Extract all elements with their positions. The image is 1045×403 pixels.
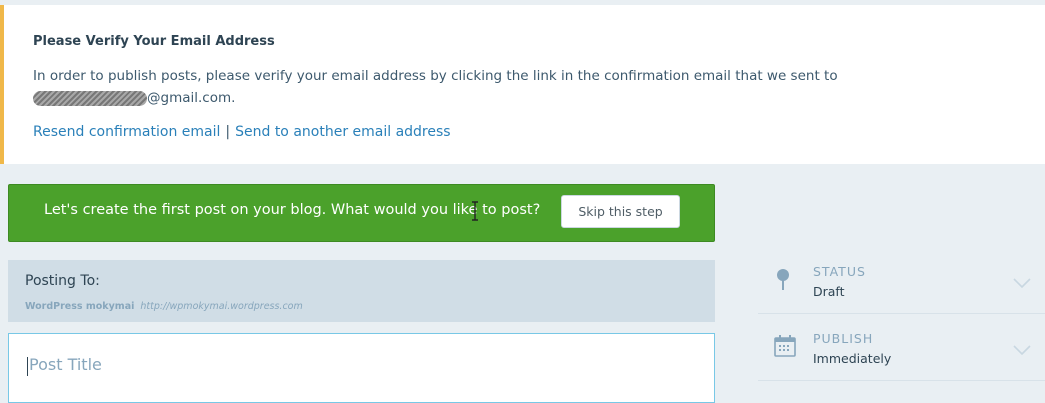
first-post-banner: Let's create the first post on your blog… [8,184,715,242]
post-title-input[interactable] [27,348,691,380]
resend-confirmation-link[interactable]: Resend confirmation email [33,124,220,140]
publish-section[interactable]: PUBLISH Immediately [758,315,1045,381]
site-name: WordPress mokymai [25,301,135,312]
notice-links: Resend confirmation email | Send to anothe… [33,124,451,140]
notice-title: Please Verify Your Email Address [33,34,275,49]
posting-to-label: Posting To: [25,273,100,289]
link-separator: | [225,124,231,140]
posting-to-panel[interactable]: Posting To: WordPress mokymai http://wpm… [8,260,715,322]
notice-message: In order to publish posts, please verify… [33,68,838,84]
status-value: Draft [813,284,845,299]
chevron-down-icon[interactable] [1013,278,1031,288]
post-title-box [8,333,715,403]
skip-step-button[interactable]: Skip this step [561,195,680,228]
chevron-down-icon[interactable] [1013,345,1031,355]
verify-email-notice: Please Verify Your Email Address In orde… [0,5,1045,164]
banner-message: Let's create the first post on your blog… [44,202,541,218]
posting-site-info: WordPress mokymai http://wpmokymai.wordp… [25,301,303,312]
notice-body: In order to publish posts, please verify… [33,65,1033,109]
publish-label: PUBLISH [813,331,874,346]
send-another-email-link[interactable]: Send to another email address [235,124,450,140]
text-cursor-icon [472,201,478,221]
calendar-icon [774,335,796,357]
notice-email: @gmail.com. [33,87,1033,109]
publish-value: Immediately [813,351,892,366]
status-section[interactable]: STATUS Draft [758,248,1045,314]
email-suffix: @gmail.com. [147,90,236,106]
status-label: STATUS [813,264,866,279]
redacted-email-mask [33,90,147,106]
pin-icon [777,269,789,290]
site-url: http://wpmokymai.wordpress.com [140,301,303,312]
